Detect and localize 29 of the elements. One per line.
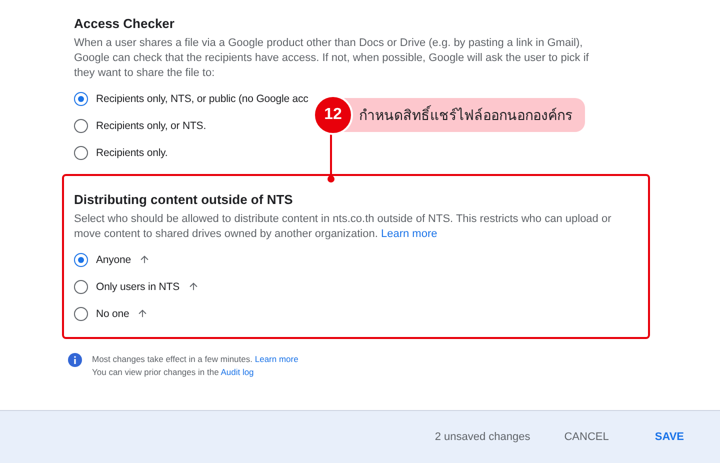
- info-text: Most changes take effect in a few minutes. Learn more: [92, 353, 298, 366]
- option-label[interactable]: Recipients only.: [96, 146, 168, 158]
- section-description: Select who should be allowed to distribute content in nts.co.th outside of NTS. This restricts who can upload or move content to shared drives owned by another organization. Learn more: [74, 212, 612, 242]
- unsaved-status: 2 unsaved changes: [434, 431, 530, 443]
- learn-more-link[interactable]: Learn more: [380, 228, 438, 240]
- arrow-up-icon: [137, 308, 148, 319]
- cancel-button[interactable]: CANCEL: [550, 425, 623, 449]
- radio-button[interactable]: [74, 92, 88, 106]
- radio-button[interactable]: [74, 306, 88, 320]
- info-icon: [68, 353, 82, 367]
- section-description: When a user shares a file via a Google product other than Docs or Drive (e.g. by pasting a link in Gmail), Google can check that the recipients have access. If not, when possible, Google will ask the user to pick if they want to share the file to:: [74, 36, 590, 81]
- section-title: Access Checker: [74, 16, 176, 31]
- option-label[interactable]: Recipients only, NTS, or public (no Google acc: [96, 92, 308, 104]
- radio-button[interactable]: [74, 146, 88, 160]
- radio-button[interactable]: [74, 118, 88, 132]
- radio-button[interactable]: [74, 252, 88, 266]
- save-button[interactable]: SAVE: [640, 425, 698, 449]
- learn-more-link[interactable]: Learn more: [254, 354, 298, 364]
- audit-log-link[interactable]: Audit log: [220, 367, 254, 377]
- step-number: 12: [313, 95, 353, 135]
- option-label[interactable]: Anyone: [96, 254, 132, 266]
- radio-button[interactable]: [74, 280, 88, 294]
- option-label[interactable]: Recipients only, or NTS.: [96, 120, 206, 132]
- info-text: You can view prior changes in the Audit log: [92, 366, 255, 379]
- option-label[interactable]: Only users in NTS: [96, 280, 180, 292]
- section-title: Distributing content outside of NTS: [74, 192, 294, 207]
- arrow-up-icon: [139, 254, 150, 265]
- option-label[interactable]: No one: [96, 308, 130, 320]
- arrow-up-icon: [188, 281, 198, 292]
